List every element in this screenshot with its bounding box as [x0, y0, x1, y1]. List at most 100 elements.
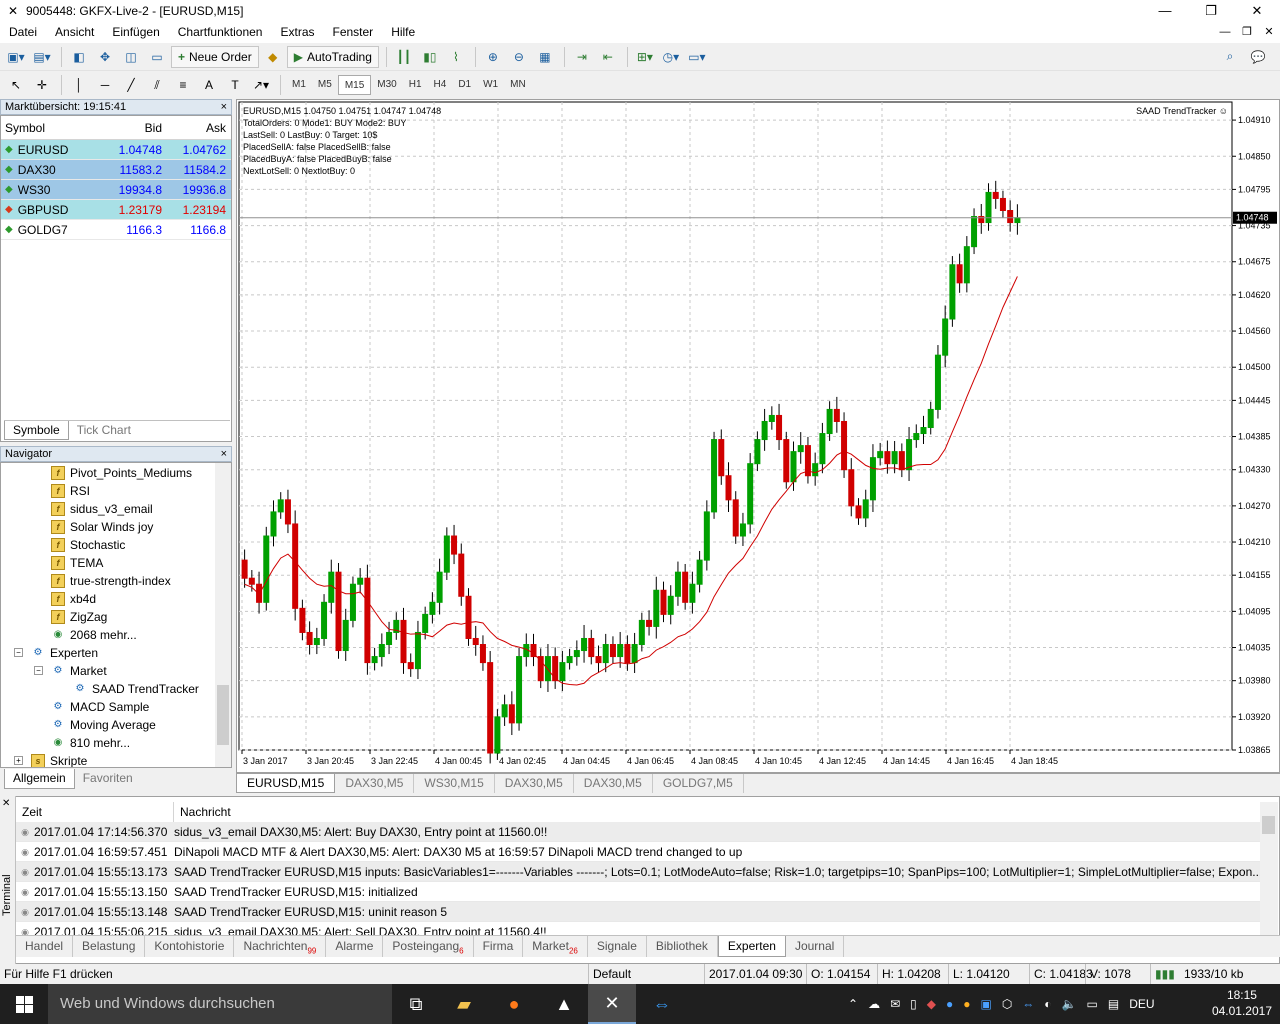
chart-tab-dax30-m5[interactable]: DAX30,M5 — [495, 774, 574, 793]
metaeditor-icon[interactable]: ◆ — [261, 46, 285, 68]
file-explorer-icon[interactable]: ▰ — [440, 984, 488, 1024]
navigator-scroll-thumb[interactable] — [217, 685, 229, 745]
chart-tab-dax30-m5[interactable]: DAX30,M5 — [335, 774, 415, 793]
navigator-item[interactable]: ◉ 810 mehr... — [51, 734, 130, 752]
tree-expand-toggle[interactable]: − — [14, 648, 23, 657]
search-icon[interactable]: ⌕ — [1218, 46, 1242, 68]
vertical-line-icon[interactable]: │ — [67, 74, 91, 96]
navigator-item[interactable]: ⚙ MACD Sample — [51, 698, 150, 716]
tray-app-icon[interactable]: ✉ — [890, 997, 900, 1011]
navigator-item[interactable]: ⚙ SAAD TrendTracker — [73, 680, 199, 698]
bar-chart-icon[interactable]: ┃┃ — [392, 46, 416, 68]
log-row[interactable]: ◉ 2017.01.04 17:14:56.370 sidus_v3_email D… — [16, 822, 1260, 842]
price-chart[interactable]: 1.049101.048501.047951.047351.046751.046… — [237, 100, 1279, 772]
new-order-button[interactable]: + Neue Order — [171, 45, 259, 68]
menu-chartfunktionen[interactable]: Chartfunktionen — [169, 22, 272, 43]
fibonacci-icon[interactable]: ≡ — [171, 74, 195, 96]
terminal-scroll-thumb[interactable] — [1262, 816, 1275, 834]
text-icon[interactable]: A — [197, 74, 221, 96]
close-button[interactable]: ✕ — [1234, 0, 1280, 22]
task-view-icon[interactable]: ⧉ — [392, 984, 440, 1024]
tray-app-icon[interactable]: ⬡ — [1002, 997, 1012, 1011]
timeframe-mn[interactable]: MN — [504, 75, 532, 95]
menu-extras[interactable]: Extras — [271, 22, 323, 43]
terminal-icon[interactable]: ▭ — [145, 46, 169, 68]
metatrader-taskbar-icon[interactable]: ✕ — [588, 984, 636, 1024]
terminal-tab[interactable]: Handel — [16, 936, 74, 957]
periods-icon[interactable]: ◷▾ — [659, 46, 683, 68]
equidistant-channel-icon[interactable]: ⫽ — [145, 74, 169, 96]
horizontal-line-icon[interactable]: ─ — [93, 74, 117, 96]
navigator-item[interactable]: f Stochastic — [51, 536, 125, 554]
tray-app-icon[interactable]: ● — [946, 997, 953, 1011]
tray-app-icon[interactable]: ◐ — [1044, 997, 1051, 1011]
menu-hilfe[interactable]: Hilfe — [382, 22, 424, 43]
navigator-item[interactable]: ◉ 2068 mehr... — [51, 626, 137, 644]
navigator-item[interactable]: f TEMA — [51, 554, 103, 572]
autotrading-button[interactable]: ▶ AutoTrading — [286, 45, 379, 68]
chat-icon[interactable]: 💬 — [1246, 46, 1270, 68]
column-bid[interactable]: Bid — [101, 121, 165, 135]
profiles-icon[interactable]: ▤▾ — [30, 46, 54, 68]
timeframe-m15[interactable]: M15 — [337, 75, 372, 95]
navigator-item[interactable]: f ZigZag — [51, 608, 107, 626]
navigator-item[interactable]: f Pivot_Points_Mediums — [51, 464, 192, 482]
timeframe-w1[interactable]: W1 — [477, 75, 504, 95]
crosshair-icon[interactable]: ✛ — [30, 74, 54, 96]
market-watch-close-icon[interactable]: × — [221, 100, 227, 114]
column-nachricht[interactable]: Nachricht — [174, 802, 231, 823]
market-watch-row[interactable]: ◆ EURUSD 1.04748 1.04762 — [1, 140, 231, 160]
market-watch-row[interactable]: ◆ DAX30 11583.2 11584.2 — [1, 160, 231, 180]
new-chart-icon[interactable]: ▣▾ — [4, 46, 28, 68]
navigator-item[interactable]: ⚙ Experten — [31, 644, 99, 662]
navigator-icon[interactable]: ◫ — [119, 46, 143, 68]
terminal-tab[interactable]: Nachrichten99 — [234, 936, 327, 957]
terminal-tab[interactable]: Experten — [717, 936, 786, 957]
mdi-minimize-button[interactable]: — — [1214, 22, 1236, 43]
tray-app-icon[interactable]: ◆ — [927, 997, 936, 1011]
log-row[interactable]: ◉ 2017.01.04 15:55:13.150 SAAD TrendTracke… — [16, 882, 1260, 902]
terminal-tab[interactable]: Firma — [474, 936, 524, 957]
terminal-tab[interactable]: Journal — [786, 936, 845, 957]
network-icon[interactable]: ▭ — [1087, 997, 1098, 1011]
usb-icon[interactable]: ▯ — [910, 997, 917, 1011]
tray-app-icon[interactable]: ▣ — [980, 997, 991, 1011]
tree-expand-toggle[interactable]: − — [34, 666, 43, 675]
chart-tab-goldg7-m5[interactable]: GOLDG7,M5 — [653, 774, 744, 793]
zoom-out-icon[interactable]: ⊖ — [507, 46, 531, 68]
navigator-item[interactable]: f sidus_v3_email — [51, 500, 153, 518]
notifications-icon[interactable]: ▤ — [1108, 997, 1119, 1011]
taskbar-clock[interactable]: 18:15 04.01.2017 — [1212, 987, 1272, 1019]
maximize-button[interactable]: ❐ — [1188, 0, 1234, 22]
terminal-tab[interactable]: Posteingang6 — [383, 936, 474, 957]
tray-app-icon[interactable]: ● — [963, 997, 970, 1011]
market-watch-row[interactable]: ◆ GOLDG7 1166.3 1166.8 — [1, 220, 231, 240]
arrows-icon[interactable]: ↗▾ — [249, 74, 273, 96]
chart-tab-dax30-m5[interactable]: DAX30,M5 — [574, 774, 653, 793]
terminal-tab[interactable]: Market26 — [523, 936, 588, 957]
timeframe-m30[interactable]: M30 — [371, 75, 402, 95]
column-zeit[interactable]: Zeit — [16, 802, 174, 823]
volume-icon[interactable]: 🔈 — [1062, 997, 1077, 1011]
log-row[interactable]: ◉ 2017.01.04 16:59:57.451 DiNapoli MACD MT… — [16, 842, 1260, 862]
timeframe-h1[interactable]: H1 — [403, 75, 428, 95]
trendline-icon[interactable]: ╱ — [119, 74, 143, 96]
windows-start-icon[interactable] — [0, 984, 48, 1024]
terminal-scrollbar[interactable] — [1260, 802, 1278, 938]
navigator-item[interactable]: s Skripte — [31, 752, 87, 767]
timeframe-h4[interactable]: H4 — [428, 75, 453, 95]
navigator-item[interactable]: f RSI — [51, 482, 90, 500]
menu-einfuegen[interactable]: Einfügen — [103, 22, 168, 43]
cursor-icon[interactable]: ↖ — [4, 74, 28, 96]
menu-datei[interactable]: Datei — [0, 22, 46, 43]
autoscroll-icon[interactable]: ⇥ — [570, 46, 594, 68]
market-watch-row[interactable]: ◆ WS30 19934.8 19936.8 — [1, 180, 231, 200]
firefox-icon[interactable]: ● — [490, 984, 538, 1024]
tab-tick-chart[interactable]: Tick Chart — [69, 421, 139, 440]
line-chart-icon[interactable]: ⌇ — [444, 46, 468, 68]
minimize-button[interactable]: — — [1142, 0, 1188, 22]
mdi-restore-button[interactable]: ❐ — [1236, 22, 1258, 43]
tree-expand-toggle[interactable]: + — [14, 756, 23, 765]
candlestick-icon[interactable]: ▮▯ — [418, 46, 442, 68]
navigator-scrollbar[interactable] — [215, 463, 231, 767]
